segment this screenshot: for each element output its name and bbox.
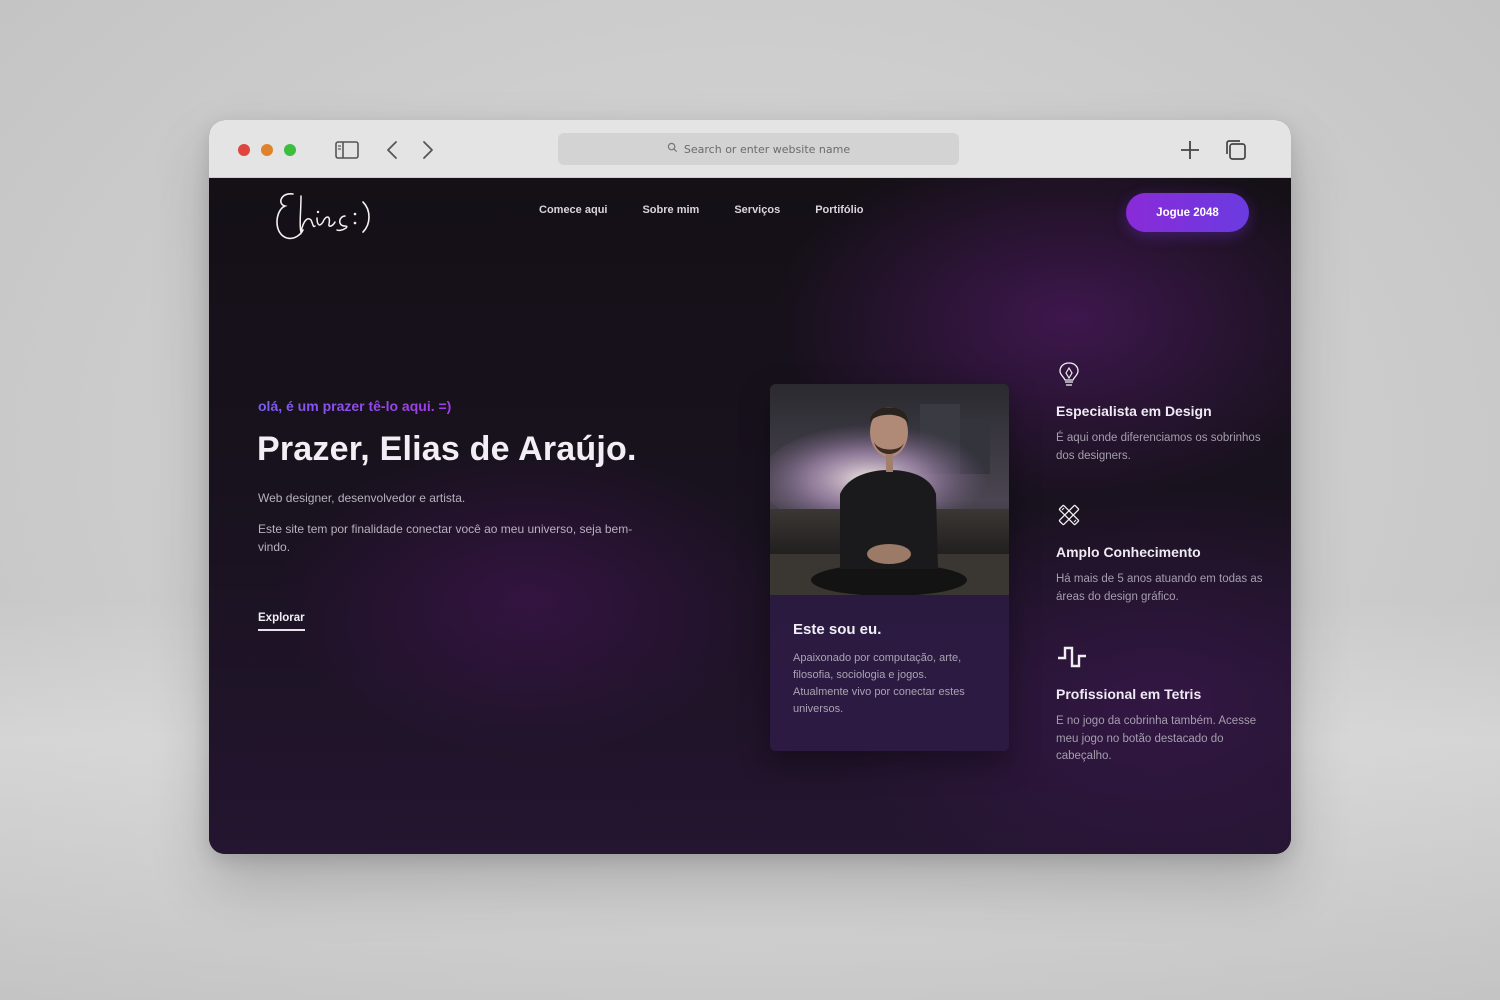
profile-card: Este sou eu. Apaixonado por computação, … — [770, 384, 1009, 751]
play-2048-button[interactable]: Jogue 2048 — [1126, 193, 1249, 232]
tools-cross-icon — [1056, 502, 1082, 528]
nav-comece-aqui[interactable]: Comece aqui — [539, 204, 607, 216]
profile-photo — [770, 384, 1009, 595]
feature-text: Há mais de 5 anos atuando em todas as ár… — [1056, 573, 1263, 603]
feature-title: Profissional em Tetris — [1056, 686, 1202, 702]
feature-text: É aqui onde diferenciamos os sobrinhos d… — [1056, 432, 1261, 462]
feature-title: Especialista em Design — [1056, 403, 1212, 419]
tetris-block-icon — [1056, 644, 1088, 670]
feature-knowledge: Amplo Conhecimento Há mais de 5 anos atu… — [1056, 502, 1266, 606]
nav-portifolio[interactable]: Portifólio — [815, 204, 863, 216]
hero-subtitle: Web designer, desenvolvedor e artista. — [258, 491, 466, 505]
new-tab-icon[interactable] — [1177, 137, 1203, 163]
site-logo[interactable] — [271, 182, 381, 244]
nav-servicos[interactable]: Serviços — [734, 204, 780, 216]
feature-text: E no jogo da cobrinha também. Acesse meu… — [1056, 715, 1257, 762]
hero-description: Este site tem por finalidade conectar vo… — [258, 522, 633, 554]
browser-toolbar: Search or enter website name — [209, 120, 1291, 178]
profile-card-text: Apaixonado por computação, arte, filosof… — [793, 652, 965, 715]
feature-design: Especialista em Design É aqui onde difer… — [1056, 361, 1266, 465]
hero-title: Prazer, Elias de Araújo. — [257, 430, 637, 468]
tabs-overview-icon[interactable] — [1223, 137, 1249, 163]
url-bar[interactable]: Search or enter website name — [558, 133, 959, 165]
profile-card-title: Este sou eu. — [793, 621, 882, 638]
explore-link[interactable]: Explorar — [258, 612, 305, 631]
search-icon — [667, 142, 678, 156]
website-content: Comece aqui Sobre mim Serviços Portifóli… — [209, 178, 1291, 854]
feature-title: Amplo Conhecimento — [1056, 544, 1201, 560]
url-placeholder: Search or enter website name — [683, 142, 851, 156]
feature-tetris: Profissional em Tetris E no jogo da cobr… — [1056, 644, 1266, 766]
nav-sobre-mim[interactable]: Sobre mim — [642, 204, 699, 216]
minimize-window-button[interactable] — [261, 144, 273, 156]
main-nav: Comece aqui Sobre mim Serviços Portifóli… — [539, 204, 863, 216]
forward-icon[interactable] — [414, 137, 440, 163]
close-window-button[interactable] — [238, 144, 250, 156]
maximize-window-button[interactable] — [284, 144, 296, 156]
hero-greeting: olá, é um prazer tê-lo aqui. =) — [258, 398, 452, 414]
lightbulb-pen-icon — [1056, 361, 1082, 387]
sidebar-icon[interactable] — [334, 137, 360, 163]
back-icon[interactable] — [380, 137, 406, 163]
browser-window: Search or enter website name Comece aqui — [209, 120, 1291, 854]
